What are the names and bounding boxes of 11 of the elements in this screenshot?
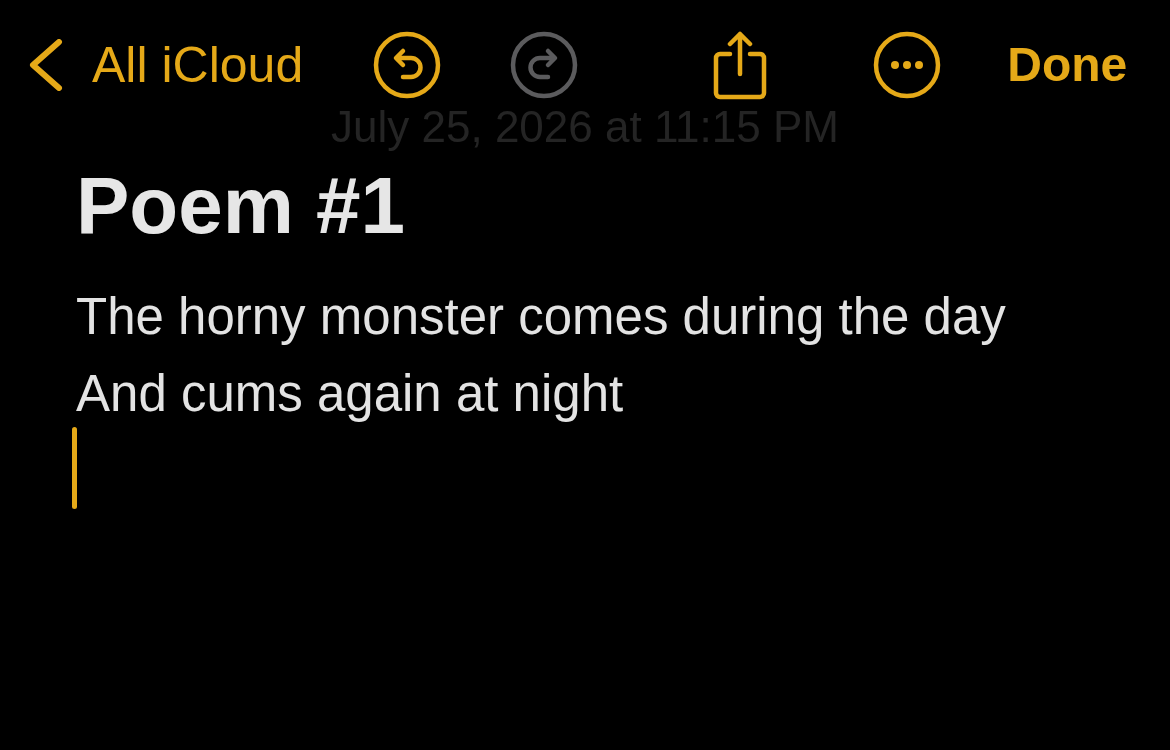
done-button[interactable]: Done bbox=[1007, 35, 1128, 95]
redo-icon bbox=[510, 31, 579, 99]
undo-button[interactable] bbox=[373, 31, 442, 99]
back-button[interactable]: All iCloud bbox=[28, 35, 304, 95]
chevron-left-icon bbox=[28, 39, 64, 91]
note-text-line: The horny monster comes during the day bbox=[76, 287, 1006, 347]
undo-icon bbox=[373, 31, 442, 99]
note-title: Poem #1 bbox=[76, 162, 406, 250]
note-text-line: And cums again at night bbox=[76, 364, 624, 424]
more-button[interactable] bbox=[873, 31, 942, 99]
more-icon bbox=[873, 31, 942, 99]
